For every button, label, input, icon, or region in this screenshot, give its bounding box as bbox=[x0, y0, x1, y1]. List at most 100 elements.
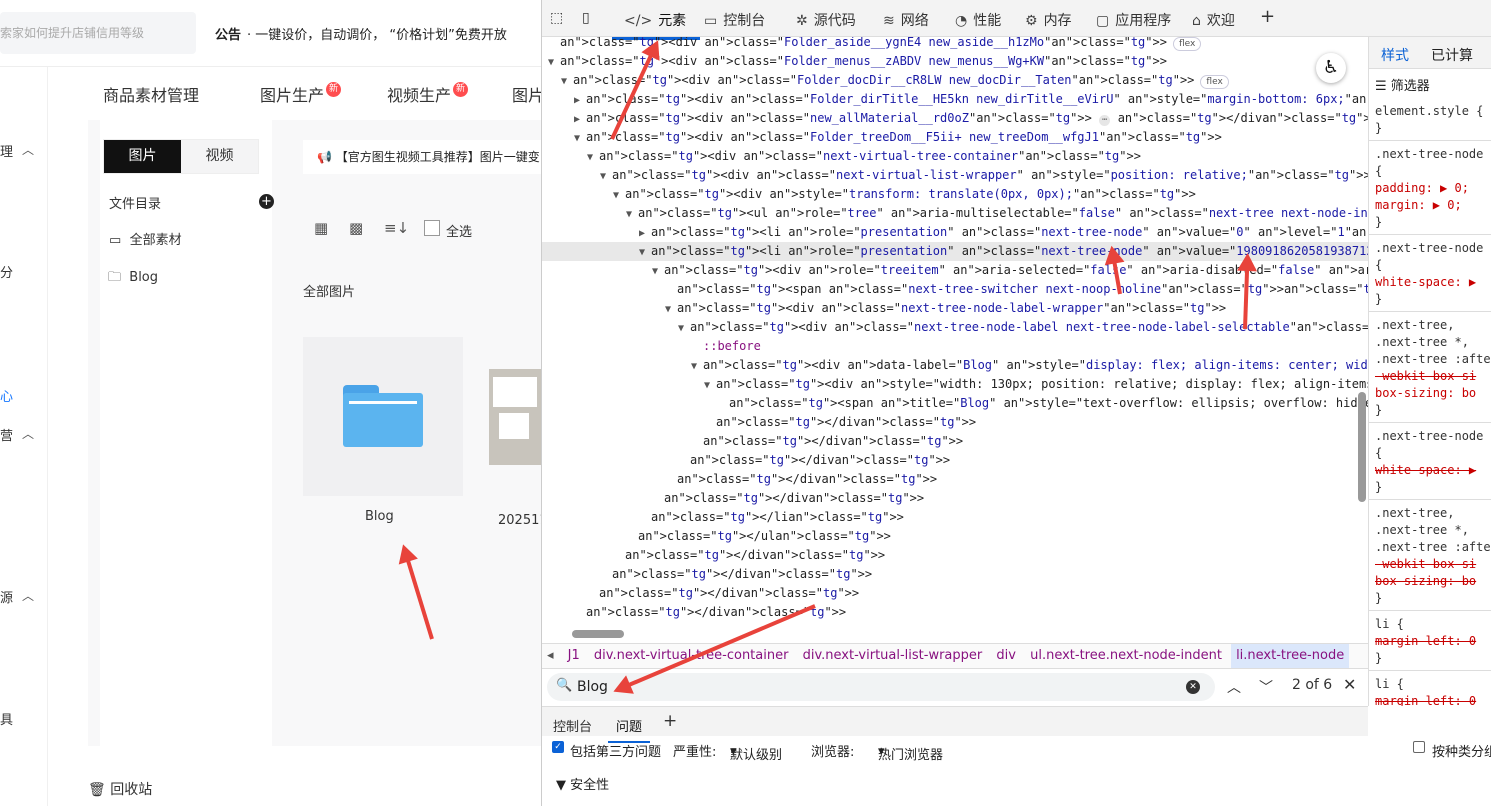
expand-down-icon[interactable]: ▼ bbox=[613, 186, 625, 204]
dom-node-line[interactable]: ▼ an">class="tg"><ul an">role="tree" an">… bbox=[542, 204, 1368, 223]
tab-elements[interactable]: </> 元素 bbox=[611, 10, 701, 40]
chevron-up-icon[interactable]: ︿ bbox=[22, 141, 34, 158]
breadcrumb-item[interactable]: div.next-virtual-list-wrapper bbox=[798, 644, 988, 668]
grid-view-icon[interactable]: ▦ bbox=[314, 219, 328, 237]
tab-material-management[interactable]: 商品素材管理 bbox=[103, 82, 199, 106]
dom-node-line[interactable]: an">class="tg"></divan">class="tg">> bbox=[542, 584, 1368, 603]
expand-down-icon[interactable]: ▼ bbox=[639, 243, 651, 261]
expand-down-icon[interactable]: ▼ bbox=[587, 148, 599, 166]
dom-node-line[interactable]: ▼an">class="tg"><div an">class="Folder_m… bbox=[542, 52, 1368, 71]
style-rule-line[interactable]: .next-tree, bbox=[1375, 317, 1454, 334]
expand-down-icon[interactable]: ▼ bbox=[691, 357, 703, 375]
dom-node-line[interactable]: ▼ an">class="tg"><div an">style="width: 1… bbox=[542, 375, 1368, 394]
dom-node-line[interactable]: ▶ an">class="tg"><div an">class="Folder_d… bbox=[542, 90, 1368, 109]
style-rule-line[interactable]: -webkit-box-si bbox=[1375, 368, 1476, 385]
dom-node-line[interactable]: ▼ an">class="tg"><div an">class="Folder_d… bbox=[542, 71, 1368, 90]
dom-node-line[interactable]: an">class="tg"><span an">title="Blog" an… bbox=[542, 394, 1368, 413]
style-rule-line[interactable]: .next-tree :after bbox=[1375, 539, 1491, 556]
dom-node-line[interactable]: ▼ an">class="tg"><div an">class="next-vir… bbox=[542, 166, 1368, 185]
recycle-bin-item[interactable]: 🗑 回收站 bbox=[88, 779, 152, 799]
find-next-icon[interactable]: ﹀ bbox=[1259, 677, 1273, 697]
nav-item-1[interactable]: 理 bbox=[0, 141, 13, 160]
chevron-up-icon[interactable]: ︿ bbox=[22, 587, 34, 604]
sort-icon[interactable]: ≡↓ bbox=[384, 219, 409, 237]
style-rule-line[interactable]: .next-tree *, bbox=[1375, 334, 1469, 351]
dom-node-line[interactable]: ▼ an">class="tg"><div an">class="Folder_t… bbox=[542, 128, 1368, 147]
breadcrumb-item[interactable]: J1 bbox=[563, 644, 585, 668]
dom-node-line[interactable]: ▼ an">class="tg"><div an">class="next-vir… bbox=[542, 147, 1368, 166]
nav-item-6[interactable]: 具 bbox=[0, 709, 13, 728]
third-party-checkbox[interactable]: ✓ bbox=[552, 741, 564, 753]
expand-right-icon[interactable]: ▶ bbox=[574, 91, 586, 109]
search-input[interactable]: 索家如何提升店铺信用等级 bbox=[0, 12, 196, 54]
find-prev-icon[interactable]: ︿ bbox=[1227, 677, 1241, 697]
style-rule-line[interactable]: { bbox=[1375, 163, 1382, 180]
style-rule-line[interactable]: -webkit-box-si bbox=[1375, 556, 1476, 573]
styles-filter[interactable]: ☰ 筛选器 bbox=[1375, 78, 1430, 95]
dom-horizontal-scrollbar[interactable] bbox=[572, 630, 624, 638]
dom-node-line[interactable]: an">class="tg"></divan">class="tg">> bbox=[542, 565, 1368, 584]
image-thumbnail[interactable] bbox=[489, 369, 541, 465]
style-rule-line[interactable]: } bbox=[1375, 120, 1382, 137]
tab-video-production[interactable]: 视频生产新 bbox=[387, 82, 469, 106]
folder-item-blog[interactable]: 🗀 Blog bbox=[108, 268, 158, 290]
nav-item-2[interactable]: 分 bbox=[0, 262, 13, 281]
seg-video-button[interactable]: 视频 bbox=[181, 140, 258, 173]
dom-node-line[interactable]: ▼ an">class="tg"><div an">style="transfor… bbox=[542, 185, 1368, 204]
style-rule-line[interactable]: } bbox=[1375, 590, 1382, 607]
flex-badge[interactable]: flex bbox=[1200, 75, 1229, 89]
dom-node-line[interactable]: an">class="tg"></divan">class="tg">> bbox=[542, 451, 1368, 470]
expand-down-icon[interactable]: ▼ bbox=[600, 167, 612, 185]
add-drawer-tab-icon[interactable]: + bbox=[663, 711, 677, 731]
style-rule-line[interactable]: element.style { bbox=[1375, 103, 1483, 120]
accessibility-icon[interactable]: ♿ bbox=[1316, 53, 1346, 83]
style-rule-line[interactable]: } bbox=[1375, 402, 1382, 419]
dom-node-line[interactable]: ▶ an">class="tg"><li an">role="presentati… bbox=[542, 223, 1368, 242]
clear-icon[interactable]: ✕ bbox=[1186, 680, 1200, 694]
dom-node-line[interactable]: an">class="tg"></divan">class="tg">> bbox=[542, 470, 1368, 489]
style-rule-line[interactable]: } bbox=[1375, 214, 1382, 231]
expand-down-icon[interactable]: ▼ bbox=[652, 262, 664, 280]
promo-banner[interactable]: 📢 【官方图生视频工具推荐】图片一键变 bbox=[303, 140, 541, 174]
style-rule-line[interactable]: box-sizing: bo bbox=[1375, 385, 1476, 402]
style-rule-line[interactable]: .next-tree-node bbox=[1375, 146, 1483, 163]
dom-node-line[interactable]: an">class="tg"></divan">class="tg">> bbox=[542, 603, 1368, 622]
tab-memory[interactable]: ⚙ 内存 bbox=[1025, 10, 1072, 30]
expand-down-icon[interactable]: ▼ bbox=[704, 376, 716, 394]
breadcrumb-item-active[interactable]: li.next-tree-node bbox=[1231, 644, 1350, 668]
tab-welcome[interactable]: ⌂ 欢迎 bbox=[1192, 10, 1235, 30]
expand-down-icon[interactable]: ▼ bbox=[548, 53, 560, 71]
nav-item-5[interactable]: 源 bbox=[0, 587, 13, 606]
dom-node-line[interactable]: an">class="tg"></divan">class="tg">> bbox=[542, 432, 1368, 451]
style-rule-line[interactable]: .next-tree *, bbox=[1375, 522, 1469, 539]
style-rule-line[interactable]: margin: ▶ 0; bbox=[1375, 197, 1462, 214]
dom-vertical-scrollbar[interactable] bbox=[1357, 40, 1367, 620]
expand-right-icon[interactable]: ▶ bbox=[639, 224, 651, 242]
style-rule-line[interactable]: .next-tree, bbox=[1375, 505, 1454, 522]
security-section[interactable]: ▼ 安全性 bbox=[556, 774, 609, 793]
dom-node-line[interactable]: an">class="tg"></divan">class="tg">> bbox=[542, 413, 1368, 432]
drawer-tab-issues[interactable]: 问题 bbox=[607, 716, 651, 743]
dom-node-line[interactable]: ▼ an">class="tg"><div an">data-label="Blo… bbox=[542, 356, 1368, 375]
tab-performance[interactable]: ◔ 性能 bbox=[955, 10, 1001, 30]
style-rule-line[interactable]: padding: ▶ 0; bbox=[1375, 180, 1469, 197]
style-rule-line[interactable]: { bbox=[1375, 257, 1382, 274]
group-by-category-checkbox[interactable] bbox=[1413, 741, 1425, 753]
seg-image-button[interactable]: 图片 bbox=[104, 140, 181, 173]
expand-down-icon[interactable]: ▼ bbox=[678, 319, 690, 337]
close-find-icon[interactable]: ✕ bbox=[1343, 675, 1356, 694]
expand-down-icon[interactable]: ▼ bbox=[561, 72, 573, 90]
breadcrumb-item[interactable]: ul.next-tree.next-node-indent bbox=[1025, 644, 1227, 668]
style-rule-line[interactable]: white-space: ▶ bbox=[1375, 462, 1476, 479]
style-rule-line[interactable]: li { bbox=[1375, 616, 1404, 633]
chevron-up-icon[interactable]: ︿ bbox=[22, 425, 34, 442]
find-input[interactable]: Blog bbox=[577, 679, 608, 695]
breadcrumb-item[interactable]: div bbox=[991, 644, 1021, 668]
style-rule-line[interactable]: .next-tree :after bbox=[1375, 351, 1491, 368]
dom-tree[interactable]: an">class="tg"><div an">class="Folder_as… bbox=[542, 37, 1368, 625]
select-all-checkbox[interactable] bbox=[424, 220, 440, 236]
nav-item-4[interactable]: 营 bbox=[0, 425, 13, 444]
flex-badge[interactable]: flex bbox=[1172, 37, 1202, 51]
dense-grid-icon[interactable]: ▩ bbox=[349, 219, 363, 237]
tab-network[interactable]: ≋ 网络 bbox=[883, 10, 929, 30]
